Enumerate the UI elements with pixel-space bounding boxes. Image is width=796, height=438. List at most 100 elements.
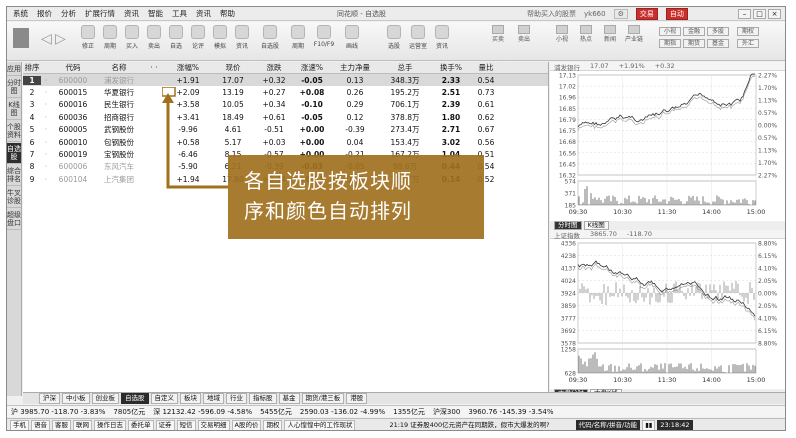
status-item[interactable]: 短信: [176, 419, 196, 430]
table-row[interactable]: 6 · 600010 包钢股份 +0.58 5.17 +0.03 +0.00 0.04 153.4…: [23, 136, 548, 148]
tool-right-4[interactable]: 热点: [575, 25, 597, 43]
status-item[interactable]: 证券: [155, 419, 175, 430]
tool-right-6[interactable]: 产业链: [623, 25, 645, 43]
col-turnover[interactable]: 换手%: [431, 62, 471, 73]
index-sh[interactable]: 沪 3985.70 -118.70 -3.83%: [11, 407, 105, 417]
table-row[interactable]: 4 · 600036 招商银行 +3.41 18.49 +0.61 -0.05 0.12 378.…: [23, 111, 548, 123]
col-code[interactable]: 代码: [51, 62, 95, 73]
col-change[interactable]: 涨跌: [255, 62, 293, 73]
menu-help[interactable]: 帮助: [220, 8, 235, 19]
tab-8[interactable]: 指标股: [249, 393, 277, 404]
tool-cycle[interactable]: 周期: [287, 25, 309, 50]
tool-right-2[interactable]: 卖出: [513, 25, 535, 43]
col-speed[interactable]: 涨速%: [293, 62, 331, 73]
search-field[interactable]: 代码/名称/拼音/功能: [575, 419, 641, 430]
tool-info[interactable]: 资讯: [231, 25, 253, 50]
tab-4[interactable]: 自定义: [150, 393, 178, 404]
col-price[interactable]: 现价: [211, 62, 255, 73]
menu-analysis[interactable]: 分析: [61, 8, 76, 19]
menu-tools[interactable]: 工具: [172, 8, 187, 19]
sidebar-item-kline[interactable]: K线图: [7, 99, 21, 120]
col-change-pct[interactable]: 涨幅%: [165, 62, 211, 73]
menu-quote[interactable]: 报价: [37, 8, 52, 19]
status-item[interactable]: A股的价: [231, 419, 262, 430]
auto-button[interactable]: 自动: [665, 7, 688, 20]
tool-fix[interactable]: 修正: [77, 25, 99, 50]
quick-box-3[interactable]: 多股: [707, 27, 729, 36]
tab-10[interactable]: 期货/港三板: [301, 393, 345, 404]
tab-2[interactable]: 创业板: [91, 393, 119, 404]
tab-3[interactable]: 自选股: [121, 393, 149, 404]
tab-0[interactable]: 沪深: [39, 393, 60, 404]
sidebar-item-profile[interactable]: 个股资料: [7, 121, 21, 142]
quick-box-2[interactable]: 金融: [683, 27, 705, 36]
index-hs300-label[interactable]: 沪深300: [433, 407, 460, 417]
hint-text[interactable]: 帮助买入的股票: [527, 9, 576, 19]
chart1-intraday[interactable]: 17.13 17.02 16.96 16.85 16.79 16.75 16.68 16.56…: [550, 71, 785, 219]
tool-period[interactable]: 周期: [99, 25, 121, 50]
tool-comment[interactable]: 论评: [187, 25, 209, 50]
menu-extended[interactable]: 扩展行情: [85, 8, 115, 19]
tab-7[interactable]: 行业: [226, 393, 247, 404]
tool-simulate[interactable]: 模拟: [209, 25, 231, 50]
tool-right-5[interactable]: 新闻: [599, 25, 621, 43]
sidebar-item-watchlist[interactable]: 自选股: [7, 143, 21, 164]
status-item[interactable]: 手机: [10, 419, 29, 430]
tab-timeshare[interactable]: 分时图: [554, 221, 582, 230]
minimize-icon[interactable]: –: [738, 9, 751, 19]
status-item[interactable]: 交易明细: [197, 419, 230, 430]
tool-buy[interactable]: 买入: [121, 25, 143, 50]
chart2-index-intraday[interactable]: 4336423841374024392438593777369235788.80…: [550, 239, 785, 387]
status-item[interactable]: 联网: [73, 419, 92, 430]
col-sort[interactable]: 排序: [23, 62, 41, 73]
menu-info[interactable]: 资讯: [196, 8, 211, 19]
index-hs300[interactable]: 3960.76 -145.39 -3.54%: [468, 408, 553, 416]
sidebar-item-apps[interactable]: 应用: [7, 63, 21, 76]
status-item[interactable]: 人心惶惶中的工作现状: [284, 419, 356, 430]
user-name[interactable]: yk660: [584, 10, 606, 18]
sidebar-item-diagnosis[interactable]: 牛叉诊股: [7, 187, 21, 208]
sidebar-item-timeshare[interactable]: 分时图: [7, 77, 21, 98]
col-ratio[interactable]: 量比: [471, 62, 501, 73]
quick-box-4[interactable]: 期权: [737, 27, 759, 36]
news-ticker[interactable]: 21:19 证券股400亿元资产在同期跌，假市大爆发的啊?: [387, 421, 551, 430]
tab-5[interactable]: 板块: [180, 393, 201, 404]
quick-box-8[interactable]: 外汇: [737, 39, 759, 48]
col-net[interactable]: 主力净量: [331, 62, 379, 73]
menu-news[interactable]: 资讯: [124, 8, 139, 19]
tool-select-stock[interactable]: 选股: [383, 25, 405, 50]
col-volume[interactable]: 总手: [379, 62, 431, 73]
table-row[interactable]: 2 · 600015 华夏银行 +2.09 13.19 +0.27 +0.08 0.26 195.…: [23, 86, 548, 98]
quick-box-7[interactable]: 基金: [707, 39, 729, 48]
tab-11[interactable]: 港股: [346, 393, 368, 404]
tool-f10[interactable]: F10/F9: [313, 25, 335, 48]
tool-draw[interactable]: 画线: [341, 25, 363, 50]
maximize-icon[interactable]: □: [753, 9, 766, 19]
quick-box-6[interactable]: 期货: [683, 39, 705, 48]
status-item[interactable]: 期权: [263, 419, 283, 430]
status-item[interactable]: 语音: [31, 419, 50, 430]
tool-watchlist[interactable]: 自选: [165, 25, 187, 50]
menu-system[interactable]: 系统: [13, 8, 28, 19]
status-item[interactable]: 客服: [52, 419, 71, 430]
quick-box-5[interactable]: 期指: [659, 39, 681, 48]
index-cy[interactable]: 2590.03 -136.02 -4.99%: [300, 408, 385, 416]
tool-right-1[interactable]: 买卖: [487, 25, 509, 43]
close-icon[interactable]: ×: [768, 9, 781, 19]
tab-kline[interactable]: K线图: [583, 221, 609, 230]
forward-arrow-icon[interactable]: ▷: [55, 31, 66, 47]
col-name[interactable]: 名称: [95, 62, 143, 73]
tab-1[interactable]: 中小板: [62, 393, 90, 404]
tool-news[interactable]: 资讯: [431, 25, 453, 50]
gear-icon[interactable]: ⚙: [613, 8, 628, 19]
status-item[interactable]: 操作日志: [94, 419, 126, 430]
table-row[interactable]: 1 · 600000 浦发银行 +1.91 17.07 +0.32 -0.05 0.13 348.…: [23, 74, 548, 87]
back-arrow-icon[interactable]: ◁: [41, 31, 52, 47]
table-row[interactable]: 5 · 600005 武钢股份 -9.96 4.61 -0.51 +0.00 -0.39 273.…: [23, 124, 548, 136]
status-item[interactable]: 委托单: [128, 419, 154, 430]
tool-selfselect[interactable]: 自选股: [259, 25, 281, 50]
quick-box-1[interactable]: 小视: [659, 27, 681, 36]
menu-smart[interactable]: 智能: [148, 8, 163, 19]
tab-9[interactable]: 基金: [278, 393, 300, 404]
tool-right-3[interactable]: 小视: [551, 25, 573, 43]
